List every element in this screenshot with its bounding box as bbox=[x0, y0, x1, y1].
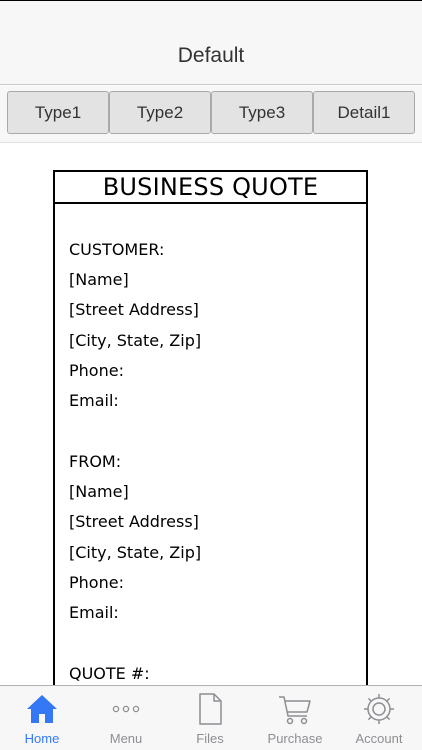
tab-menu-label: Menu bbox=[109, 731, 143, 746]
home-icon bbox=[25, 692, 59, 731]
tab-purchase-label: Purchase bbox=[267, 731, 323, 746]
from-email: Email: bbox=[69, 603, 119, 622]
segment-bar: Type1 Type2 Type3 Detail1 bbox=[0, 86, 422, 143]
type2-button[interactable]: Type2 bbox=[109, 91, 211, 134]
customer-street: [Street Address] bbox=[69, 300, 199, 319]
customer-heading: CUSTOMER: bbox=[69, 240, 165, 259]
tab-menu[interactable]: Menu bbox=[84, 686, 168, 750]
from-phone: Phone: bbox=[69, 573, 124, 592]
tab-files-label: Files bbox=[196, 731, 224, 746]
navigation-bar: Default bbox=[0, 1, 422, 85]
type3-button[interactable]: Type3 bbox=[211, 91, 313, 134]
page-title: Default bbox=[177, 44, 245, 67]
from-name: [Name] bbox=[69, 482, 129, 501]
gear-icon bbox=[362, 692, 396, 731]
customer-email: Email: bbox=[69, 391, 119, 410]
from-street: [Street Address] bbox=[69, 512, 199, 531]
from-heading: FROM: bbox=[69, 452, 122, 471]
tab-files[interactable]: Files bbox=[168, 686, 252, 750]
tab-account[interactable]: Account bbox=[337, 686, 421, 750]
from-city: [City, State, Zip] bbox=[69, 543, 202, 562]
tab-account-label: Account bbox=[355, 731, 403, 746]
customer-city: [City, State, Zip] bbox=[69, 331, 202, 350]
tab-bar: Home Menu Files Purchase Account bbox=[0, 685, 422, 750]
customer-phone: Phone: bbox=[69, 361, 124, 380]
more-icon bbox=[109, 692, 143, 731]
customer-name: [Name] bbox=[69, 270, 129, 289]
tab-home[interactable]: Home bbox=[0, 686, 84, 750]
tab-purchase[interactable]: Purchase bbox=[253, 686, 337, 750]
file-icon bbox=[193, 692, 227, 731]
type1-button[interactable]: Type1 bbox=[7, 91, 109, 134]
quote-number: QUOTE #: bbox=[69, 664, 150, 683]
document-scroll-area[interactable]: BUSINESS QUOTE CUSTOMER: [Name] [Street … bbox=[0, 144, 422, 685]
detail1-button[interactable]: Detail1 bbox=[313, 91, 415, 134]
document-title: BUSINESS QUOTE bbox=[55, 172, 366, 204]
tab-home-label: Home bbox=[24, 731, 60, 746]
cart-icon bbox=[277, 692, 313, 731]
quote-document: BUSINESS QUOTE CUSTOMER: [Name] [Street … bbox=[53, 170, 368, 685]
